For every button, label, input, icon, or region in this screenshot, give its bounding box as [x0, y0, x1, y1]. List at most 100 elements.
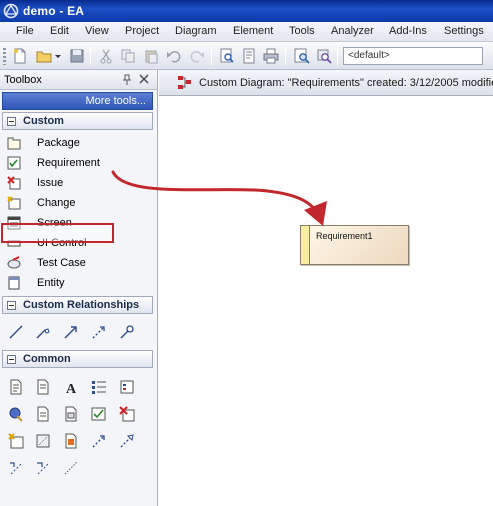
tool-label: Change	[37, 197, 76, 209]
menu-add-ins[interactable]: Add-Ins	[389, 25, 427, 37]
diagram-caption: Custom Diagram: "Requirements" created: …	[199, 77, 493, 89]
style-select[interactable]: <default>	[343, 47, 483, 65]
menu-view[interactable]: View	[85, 25, 109, 37]
tool-issue[interactable]: Issue	[2, 173, 152, 193]
aggregation-icon[interactable]	[35, 324, 51, 340]
find-icon[interactable]	[294, 48, 310, 64]
menu-analyzer[interactable]: Analyzer	[331, 25, 374, 37]
print-preview-icon[interactable]	[219, 48, 235, 64]
menu-edit[interactable]: Edit	[50, 25, 69, 37]
artifact-icon[interactable]	[35, 406, 51, 422]
close-icon[interactable]	[138, 73, 150, 85]
tool-requirement[interactable]: Requirement	[2, 153, 152, 173]
more-tools-label: More tools...	[85, 95, 146, 107]
window-title: demo - EA	[23, 4, 85, 18]
tool-label: Issue	[37, 177, 64, 189]
menu-tools[interactable]: Tools	[289, 25, 315, 37]
issue-common-icon[interactable]	[119, 406, 135, 422]
custom-group-title: Custom	[23, 115, 64, 127]
toolbar-separator	[337, 47, 338, 65]
change-common-icon[interactable]	[8, 433, 24, 449]
diagram-caption-bar: Custom Diagram: "Requirements" created: …	[159, 70, 493, 96]
tool-label: Entity	[37, 277, 65, 289]
pin-icon[interactable]	[121, 74, 133, 86]
search-model-icon[interactable]	[316, 48, 332, 64]
collapse-icon[interactable]	[7, 117, 16, 126]
redo-icon[interactable]	[189, 48, 205, 64]
document-icon[interactable]	[35, 379, 51, 395]
collapse-icon[interactable]	[7, 301, 16, 310]
package-icon	[7, 136, 21, 150]
undo-icon[interactable]	[166, 48, 182, 64]
diagram-reference-icon[interactable]	[63, 406, 79, 422]
menu-bar: File Edit View Project Diagram Element T…	[0, 22, 493, 42]
legend-icon[interactable]	[119, 379, 135, 395]
requirement-element-name: Requirement1	[316, 231, 373, 241]
diagram-canvas[interactable]	[159, 96, 493, 506]
collapse-icon[interactable]	[7, 355, 16, 364]
list-icon[interactable]	[91, 379, 107, 395]
more-tools-button[interactable]: More tools...	[2, 92, 153, 110]
menu-project[interactable]: Project	[125, 25, 159, 37]
print-icon[interactable]	[263, 48, 279, 64]
nesting-icon[interactable]	[119, 324, 135, 340]
trace-icon[interactable]	[91, 433, 107, 449]
requirement-icon	[7, 156, 21, 170]
save-icon[interactable]	[69, 48, 85, 64]
toolbar-grip[interactable]	[3, 48, 6, 65]
title-bar: demo - EA	[0, 0, 493, 22]
toolbar-separator	[211, 47, 212, 65]
custom-relationships-header[interactable]: Custom Relationships	[2, 296, 153, 314]
requirement-stripe	[301, 226, 310, 264]
menu-diagram[interactable]: Diagram	[175, 25, 217, 37]
note-icon[interactable]	[8, 379, 24, 395]
toolbox-header: Toolbox	[0, 70, 157, 90]
refine-icon[interactable]	[8, 460, 24, 476]
toolbox-title: Toolbox	[4, 74, 42, 86]
new-file-icon[interactable]	[12, 48, 28, 64]
custom-relationships-title: Custom Relationships	[23, 299, 140, 311]
boundary-icon[interactable]	[8, 406, 24, 422]
page-setup-icon[interactable]	[241, 48, 257, 64]
toolbox-panel: Toolbox More tools... Custom Package Req…	[0, 70, 158, 506]
image-icon[interactable]	[63, 433, 79, 449]
change-icon	[7, 196, 21, 210]
directed-association-icon[interactable]	[63, 324, 79, 340]
information-flow-icon[interactable]	[35, 460, 51, 476]
app-logo-icon	[3, 3, 19, 19]
common-group-header[interactable]: Common	[2, 350, 153, 368]
tool-label: Package	[37, 137, 80, 149]
association-icon[interactable]	[8, 324, 24, 340]
entity-icon	[7, 276, 21, 290]
tool-test-case[interactable]: Test Case	[2, 253, 152, 273]
dependency-icon[interactable]	[91, 324, 107, 340]
menu-element[interactable]: Element	[233, 25, 273, 37]
issue-icon	[7, 176, 21, 190]
common-group-title: Common	[23, 353, 71, 365]
tool-label: Test Case	[37, 257, 86, 269]
text-icon[interactable]: A	[63, 379, 79, 395]
custom-group-header[interactable]: Custom	[2, 112, 153, 130]
tool-package[interactable]: Package	[2, 133, 152, 153]
tool-label: Requirement	[37, 157, 100, 169]
diagram-icon	[177, 75, 192, 90]
test-case-icon	[7, 256, 21, 270]
main-toolbar: <default>	[0, 43, 493, 70]
toolbar-separator	[285, 47, 286, 65]
requirement-common-icon[interactable]	[91, 406, 107, 422]
realize-icon[interactable]	[119, 433, 135, 449]
menu-settings[interactable]: Settings	[444, 25, 484, 37]
chevron-down-icon[interactable]	[54, 48, 62, 64]
paste-icon[interactable]	[143, 48, 159, 64]
svg-text:A: A	[66, 382, 77, 395]
toolbar-separator	[90, 47, 91, 65]
copy-icon[interactable]	[120, 48, 136, 64]
hyperlink-icon[interactable]	[35, 433, 51, 449]
tool-entity[interactable]: Entity	[2, 273, 152, 293]
cut-icon[interactable]	[98, 48, 114, 64]
open-folder-icon[interactable]	[36, 48, 52, 64]
note-link-icon[interactable]	[63, 460, 79, 476]
requirement-element[interactable]: Requirement1	[300, 225, 409, 265]
tool-change[interactable]: Change	[2, 193, 152, 213]
menu-file[interactable]: File	[16, 25, 34, 37]
